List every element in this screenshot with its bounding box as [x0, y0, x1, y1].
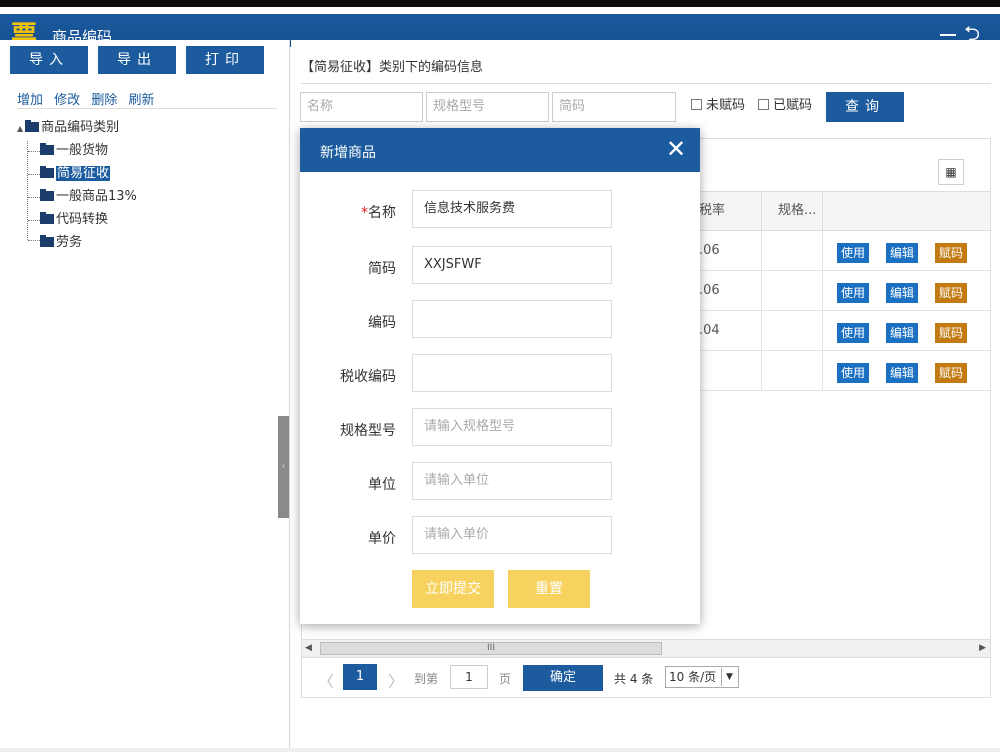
- name-label: *名称: [361, 202, 396, 222]
- code-input[interactable]: [412, 300, 612, 338]
- tax-code-label: 税收编码: [340, 369, 396, 385]
- name-label-text: 名称: [368, 205, 396, 221]
- price-input[interactable]: 请输入单价: [412, 516, 612, 554]
- dialog-title: 新增商品: [320, 145, 376, 161]
- close-icon[interactable]: ✕: [664, 136, 688, 162]
- code-label: 编码: [368, 315, 396, 331]
- name-input[interactable]: 信息技术服务费: [412, 190, 612, 228]
- add-product-dialog: 新增商品 ✕ *名称 信息技术服务费 简码 XXJSFWF 编码 税收编码 规格…: [300, 128, 700, 624]
- unit-label: 单位: [368, 477, 396, 493]
- dialog-header: 新增商品 ✕: [300, 128, 700, 172]
- modal-overlay: 新增商品 ✕ *名称 信息技术服务费 简码 XXJSFWF 编码 税收编码 规格…: [0, 0, 1000, 752]
- price-label: 单价: [368, 531, 396, 547]
- tax-code-input[interactable]: [412, 354, 612, 392]
- abbr-input[interactable]: XXJSFWF: [412, 246, 612, 284]
- spec-input[interactable]: 请输入规格型号: [412, 408, 612, 446]
- spec-label: 规格型号: [340, 423, 396, 439]
- required-mark: *: [361, 205, 368, 221]
- reset-button[interactable]: 重置: [508, 570, 590, 608]
- submit-button[interactable]: 立即提交: [412, 570, 494, 608]
- abbr-label: 简码: [368, 261, 396, 277]
- unit-input[interactable]: 请输入单位: [412, 462, 612, 500]
